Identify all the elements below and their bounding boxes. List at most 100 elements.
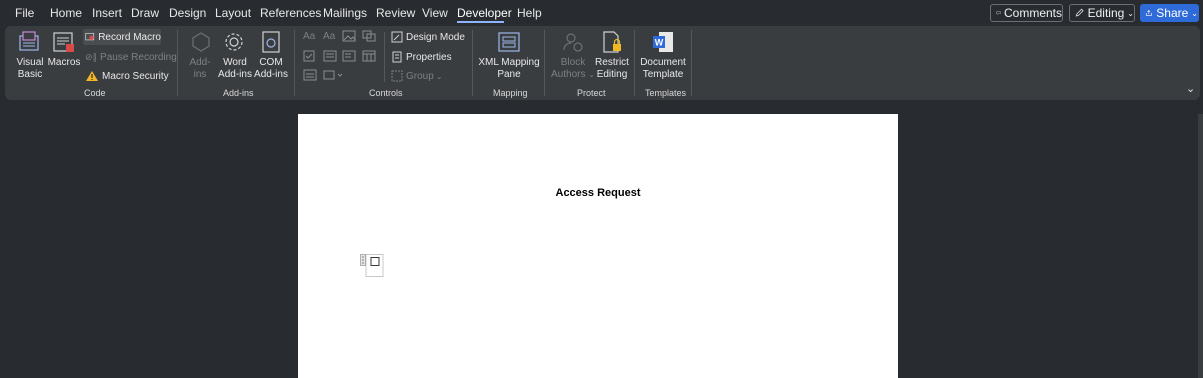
controls-separator bbox=[384, 32, 385, 82]
group-separator bbox=[544, 30, 545, 96]
group-label-code: Code bbox=[84, 88, 106, 98]
group-separator bbox=[472, 30, 473, 96]
hexagon-icon bbox=[192, 32, 210, 52]
lock-document-icon bbox=[603, 31, 621, 53]
block-authors-label-1: Block bbox=[560, 57, 586, 68]
macros-icon bbox=[53, 32, 74, 52]
document-template-label-2: Template bbox=[642, 69, 684, 80]
record-macro-button[interactable]: Record Macro bbox=[83, 29, 161, 45]
macro-security-label: Macro Security bbox=[102, 70, 169, 82]
word-addins-label-1: Word bbox=[223, 57, 247, 68]
share-button[interactable]: Share ⌄ bbox=[1140, 4, 1199, 22]
pause-icon: ⊘∥ bbox=[85, 51, 98, 62]
group-label-addins: Add-ins bbox=[223, 88, 254, 98]
gear-icon bbox=[225, 33, 243, 51]
menu-insert[interactable]: Insert bbox=[92, 6, 122, 20]
group-separator bbox=[691, 30, 692, 96]
visual-basic-label-2: Basic bbox=[17, 69, 43, 80]
pencil-icon bbox=[1075, 8, 1084, 17]
group-label-protect: Protect bbox=[577, 88, 606, 98]
addins-label-1: Add- bbox=[189, 57, 211, 68]
plain-text-control[interactable]: Aa bbox=[323, 31, 335, 42]
svg-text:W: W bbox=[655, 38, 664, 48]
block-authors-icon bbox=[563, 33, 583, 52]
checkbox-content-control[interactable] bbox=[360, 254, 384, 278]
addins-label-2: ins bbox=[193, 69, 207, 80]
design-mode-button[interactable]: Design Mode bbox=[391, 30, 465, 44]
rich-text-label: Aa bbox=[303, 31, 316, 42]
ribbon: Visual Basic Macros Record Macro ⊘∥ Paus… bbox=[5, 26, 1200, 100]
chevron-down-icon: ⌄ bbox=[435, 71, 443, 81]
block-authors-label-2: Authors ⌄ bbox=[551, 69, 595, 80]
picture-control-icon[interactable] bbox=[342, 30, 356, 42]
menu-view[interactable]: View bbox=[422, 6, 448, 20]
menu-design[interactable]: Design bbox=[169, 6, 206, 20]
warning-icon bbox=[86, 71, 98, 81]
visual-basic-icon bbox=[19, 31, 39, 51]
combo-box-icon[interactable] bbox=[323, 50, 337, 62]
restrict-editing-label-2: Editing bbox=[596, 69, 628, 80]
menu-layout[interactable]: Layout bbox=[215, 6, 251, 20]
building-block-icon[interactable] bbox=[362, 30, 376, 42]
editing-button[interactable]: Editing ⌄ bbox=[1069, 4, 1135, 22]
com-addins-label-1: COM bbox=[259, 57, 283, 68]
group-separator bbox=[177, 30, 178, 96]
menu-references[interactable]: References bbox=[260, 6, 321, 20]
pause-recording-label: Pause Recording bbox=[100, 51, 177, 63]
properties-label: Properties bbox=[406, 51, 452, 63]
date-picker-icon[interactable] bbox=[362, 50, 376, 62]
design-mode-label: Design Mode bbox=[406, 31, 465, 43]
menu-mailings[interactable]: Mailings bbox=[323, 6, 367, 20]
group-label-templates: Templates bbox=[645, 88, 687, 98]
design-mode-icon bbox=[391, 31, 403, 43]
share-icon bbox=[1145, 10, 1152, 16]
properties-button[interactable]: Properties bbox=[391, 50, 452, 64]
repeating-section-icon[interactable] bbox=[303, 69, 317, 81]
comment-icon bbox=[996, 11, 1001, 15]
group-label-controls: Controls bbox=[369, 88, 403, 98]
legacy-tools-icon[interactable] bbox=[323, 69, 343, 81]
chevron-down-icon: ⌄ bbox=[1191, 8, 1198, 18]
plain-text-label: Aa bbox=[323, 31, 336, 42]
vertical-scrollbar[interactable] bbox=[1198, 114, 1203, 378]
visual-basic-label-1: Visual bbox=[16, 57, 44, 68]
com-addins-label-2: Add-ins bbox=[254, 69, 288, 80]
rich-text-control[interactable]: Aa bbox=[303, 31, 315, 42]
group-separator bbox=[634, 30, 635, 96]
group-button: Group ⌄ bbox=[391, 69, 443, 83]
word-document-icon: W bbox=[653, 32, 673, 52]
document-title: Access Request bbox=[555, 187, 641, 199]
menu-developer[interactable]: Developer bbox=[457, 6, 512, 20]
checkbox-control-icon[interactable] bbox=[303, 50, 317, 62]
share-label: Share bbox=[1156, 6, 1189, 20]
collapse-ribbon-icon[interactable]: ⌄ bbox=[1186, 82, 1195, 95]
xml-mapping-label-1: XML Mapping bbox=[478, 57, 540, 68]
active-tab-indicator bbox=[457, 21, 504, 23]
menu-draw[interactable]: Draw bbox=[131, 6, 159, 20]
document-template-label-1: Document bbox=[640, 57, 686, 68]
word-addins-label-2: Add-ins bbox=[218, 69, 252, 80]
document-page[interactable]: Access Request bbox=[298, 114, 898, 378]
record-macro-icon bbox=[85, 32, 95, 41]
group-separator bbox=[294, 30, 295, 96]
menu-file[interactable]: File bbox=[15, 6, 34, 20]
group-label: Group bbox=[406, 70, 434, 82]
macros-label: Macros bbox=[47, 57, 81, 68]
group-icon bbox=[391, 70, 403, 82]
menu-home[interactable]: Home bbox=[50, 6, 82, 20]
chevron-down-icon: ⌄ bbox=[1127, 8, 1134, 18]
comments-button[interactable]: Comments bbox=[990, 4, 1063, 22]
menu-review[interactable]: Review bbox=[376, 6, 415, 20]
editing-label: Editing bbox=[1087, 6, 1125, 20]
macro-security-button[interactable]: Macro Security bbox=[83, 69, 169, 83]
content-control-frame bbox=[360, 254, 384, 277]
menu-bar: File Home Insert Draw Design Layout Refe… bbox=[0, 0, 1203, 26]
menu-help[interactable]: Help bbox=[517, 6, 542, 20]
properties-icon bbox=[392, 51, 402, 63]
xml-mapping-icon bbox=[498, 32, 520, 52]
com-addins-icon bbox=[262, 31, 280, 53]
dropdown-list-icon[interactable] bbox=[342, 50, 356, 62]
pause-recording-button: ⊘∥ Pause Recording bbox=[83, 50, 177, 64]
comments-label: Comments bbox=[1003, 6, 1062, 20]
record-macro-label: Record Macro bbox=[98, 31, 161, 43]
